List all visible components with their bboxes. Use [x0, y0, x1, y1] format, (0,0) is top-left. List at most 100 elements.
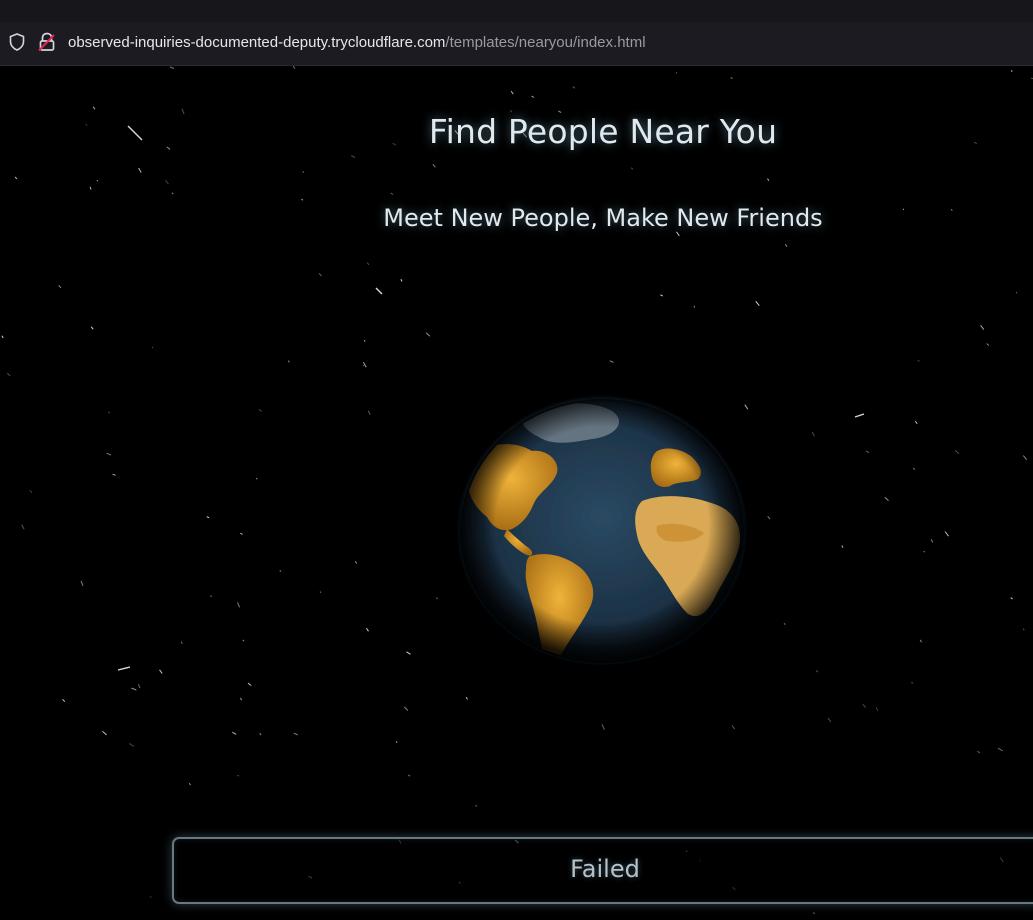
star-streak: [976, 750, 981, 754]
star-streak: [862, 703, 867, 708]
star-streak: [287, 360, 290, 363]
star-streak: [432, 163, 436, 168]
star-streak: [865, 450, 870, 454]
star-streak: [980, 325, 985, 330]
star-streak: [102, 730, 107, 736]
star-streak: [302, 171, 305, 173]
star-streak: [986, 343, 990, 347]
star-streak: [675, 72, 678, 74]
star-streak: [107, 411, 111, 414]
star-streak: [813, 912, 815, 914]
star-streak: [912, 467, 916, 471]
star-streak: [884, 496, 889, 501]
star-streak: [944, 531, 949, 537]
url-text[interactable]: observed-inquiries-documented-deputy.try…: [68, 34, 646, 51]
star-streak: [151, 346, 154, 349]
star-streak: [435, 597, 439, 600]
star-streak: [1022, 455, 1028, 461]
star-streak: [367, 410, 371, 415]
star-streak: [767, 178, 770, 181]
star-streak: [660, 294, 664, 297]
star-streak: [237, 774, 240, 777]
insecure-lock-icon[interactable]: [38, 32, 56, 56]
star-streak: [279, 570, 281, 572]
star-streak: [362, 361, 367, 368]
star-streak: [80, 580, 84, 586]
star-streak: [815, 670, 819, 673]
status-text: Failed: [570, 855, 640, 883]
star-streak: [406, 651, 411, 655]
star-streak: [755, 300, 760, 307]
star-streak: [362, 364, 365, 367]
star-streak: [301, 198, 304, 201]
browser-tab-strip: [0, 0, 1033, 22]
page-subtitle: Meet New People, Make New Friends: [383, 204, 823, 232]
star-streak: [854, 413, 865, 418]
star-streak: [366, 262, 370, 266]
earth-globe-icon: [460, 399, 744, 663]
star-streak: [917, 359, 920, 362]
star-streak: [137, 684, 141, 689]
star-streak: [58, 284, 62, 289]
status-box: Failed: [172, 837, 1033, 904]
star-streak: [693, 305, 696, 308]
star-streak: [403, 706, 409, 711]
star-streak: [730, 77, 733, 79]
star-streak: [240, 697, 243, 701]
star-streak: [1022, 628, 1025, 631]
star-streak: [1, 335, 4, 339]
star-streak: [237, 602, 241, 608]
star-streak: [767, 515, 771, 520]
star-streak: [572, 86, 576, 89]
star-streak: [169, 66, 175, 69]
star-streak: [318, 272, 322, 277]
star-streak: [390, 192, 394, 195]
star-streak: [150, 896, 152, 898]
star-streak: [1010, 597, 1013, 600]
star-streak: [400, 278, 403, 282]
star-streak: [1010, 70, 1013, 72]
star-streak: [465, 696, 468, 700]
star-streak: [247, 682, 252, 686]
star-streak: [165, 179, 169, 185]
star-streak: [784, 244, 788, 247]
star-streak: [106, 452, 112, 456]
star-streak: [811, 431, 815, 437]
page-content: Find People Near You Meet New People, Ma…: [0, 66, 1033, 920]
star-streak: [128, 742, 135, 747]
star-streak: [206, 516, 210, 519]
star-streak: [408, 774, 411, 777]
star-streak: [1031, 77, 1033, 80]
star-streak: [841, 545, 844, 548]
star-streak: [258, 408, 263, 412]
star-streak: [293, 732, 298, 736]
star-streak: [242, 639, 245, 642]
star-streak: [919, 639, 923, 643]
star-streak: [131, 687, 137, 691]
star-streak: [601, 724, 605, 730]
star-streak: [930, 539, 934, 543]
star-streak: [14, 176, 18, 180]
star-streak: [997, 747, 1003, 752]
star-streak: [510, 90, 514, 95]
star-streak: [292, 66, 296, 69]
star-streak: [171, 192, 174, 195]
star-streak: [783, 623, 786, 625]
shield-icon[interactable]: [9, 33, 25, 55]
star-streak: [319, 591, 322, 593]
star-streak: [923, 550, 926, 553]
star-streak: [255, 477, 258, 480]
star-streak: [21, 524, 25, 530]
star-streak: [240, 532, 243, 535]
star-streak: [609, 360, 614, 363]
star-streak: [531, 95, 535, 98]
star-streak: [188, 782, 192, 786]
star-streak: [90, 326, 94, 330]
star-streak: [676, 231, 680, 237]
star-streak: [875, 707, 879, 712]
star-streak: [62, 698, 66, 703]
star-streak: [395, 741, 398, 744]
address-bar[interactable]: observed-inquiries-documented-deputy.try…: [0, 22, 1033, 66]
star-streak: [6, 372, 11, 377]
star-streak: [259, 732, 262, 736]
